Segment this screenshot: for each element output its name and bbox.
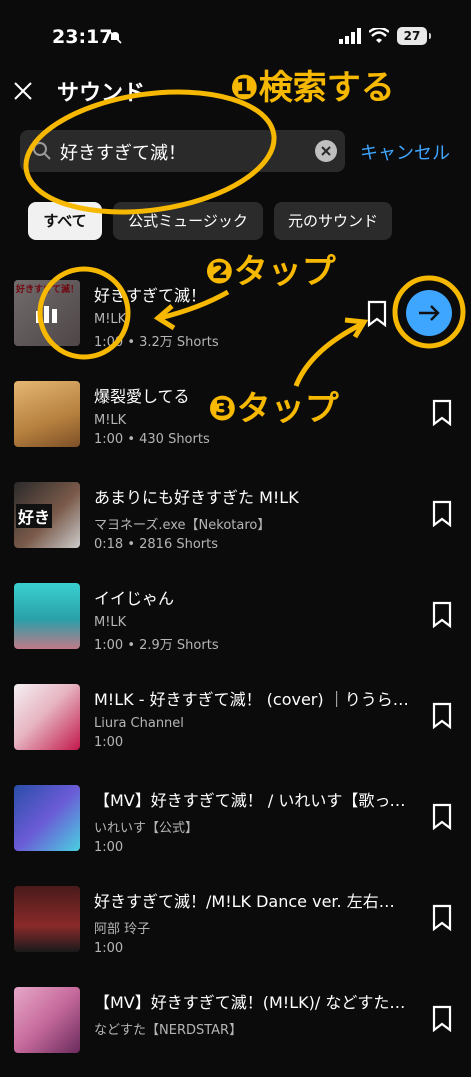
close-icon[interactable]	[12, 80, 34, 102]
arrow-right-icon	[419, 305, 440, 321]
wifi-icon	[369, 28, 389, 43]
list-item[interactable]: 爆裂愛してる M!LK 1:00 • 430 Shorts	[0, 371, 471, 471]
thumbnail	[14, 785, 80, 851]
list-item[interactable]: 好きすぎて滅！/M!LK Dance ver. 左右反転 阿部 玲子 1:00	[0, 876, 471, 976]
bookmark-icon[interactable]	[366, 300, 388, 328]
item-title: 【MV】好きすぎて滅！ / いれいす【歌ってみ…	[94, 791, 409, 810]
item-title: 好きすぎて滅！	[94, 286, 207, 305]
chip-official-music[interactable]: 公式ミュージック	[113, 202, 263, 240]
item-stats: 0:18 • 2816 Shorts	[94, 537, 219, 552]
search-bar[interactable]	[20, 130, 345, 174]
clear-icon[interactable]	[315, 140, 337, 162]
thumbnail: 好き	[14, 482, 80, 548]
bell-muted-icon	[108, 30, 122, 44]
next-button[interactable]	[406, 290, 452, 336]
thumbnail	[14, 381, 80, 447]
bookmark-icon[interactable]	[431, 399, 453, 427]
item-stats: 1:00	[94, 735, 124, 750]
item-stats: 1:00 • 3.2万 Shorts	[94, 335, 219, 350]
item-artist: M!LK	[94, 413, 127, 428]
thumbnail	[14, 987, 80, 1053]
item-artist: マヨネーズ.exe【Nekotaro】	[94, 518, 271, 533]
chip-original-sound[interactable]: 元のサウンド	[274, 202, 392, 240]
search-input[interactable]	[58, 130, 312, 174]
item-stats: 1:00 • 430 Shorts	[94, 432, 210, 447]
item-title: M!LK - 好きすぎて滅！ (cover) ｜りうら【…	[94, 690, 409, 709]
signal-icon	[339, 28, 361, 44]
list-item[interactable]: 好き あまりにも好きすぎた M!LK マヨネーズ.exe【Nekotaro】 0…	[0, 472, 471, 572]
chip-all[interactable]: すべて	[28, 202, 102, 240]
page-title: サウンド	[57, 81, 146, 106]
status-time: 23:17	[52, 26, 113, 48]
list-item[interactable]: 好きすぎて滅！ 好きすぎて滅！ M!LK 1:00 • 3.2万 Shorts	[0, 270, 471, 370]
item-artist: などすた【NERDSTAR】	[94, 1023, 243, 1038]
list-item[interactable]: 【MV】好きすぎて滅！ / いれいす【歌ってみ… いれいす【公式】 1:00	[0, 775, 471, 875]
item-title: イイじゃん	[94, 589, 175, 608]
list-item[interactable]: イイじゃん M!LK 1:00 • 2.9万 Shorts	[0, 573, 471, 673]
item-title: 好きすぎて滅！/M!LK Dance ver. 左右反転	[94, 892, 409, 911]
item-title: 【MV】好きすぎて滅！(M!LK)/ などすた 歌…	[94, 993, 409, 1012]
list-item[interactable]: 【MV】好きすぎて滅！(M!LK)/ などすた 歌… などすた【NERDSTAR…	[0, 977, 471, 1077]
bookmark-icon[interactable]	[431, 601, 453, 629]
battery-indicator: 27	[397, 27, 431, 45]
item-artist: 阿部 玲子	[94, 922, 151, 937]
cancel-button[interactable]: キャンセル	[360, 139, 450, 165]
thumbnail: 好きすぎて滅！	[14, 280, 80, 346]
item-title: 爆裂愛してる	[94, 387, 190, 406]
thumbnail	[14, 886, 80, 952]
item-artist: Liura Channel	[94, 716, 184, 731]
bookmark-icon[interactable]	[431, 904, 453, 932]
thumbnail-text: 好き	[16, 504, 53, 528]
item-title: あまりにも好きすぎた M!LK	[94, 488, 299, 507]
item-artist: いれいす【公式】	[94, 821, 199, 836]
thumbnail	[14, 583, 80, 649]
bookmark-icon[interactable]	[431, 500, 453, 528]
bookmark-icon[interactable]	[431, 1005, 453, 1033]
item-stats: 1:00	[94, 941, 124, 956]
item-stats: 1:00	[94, 840, 124, 855]
item-stats: 1:00 • 2.9万 Shorts	[94, 638, 219, 653]
search-icon	[33, 142, 51, 160]
item-artist: M!LK	[94, 615, 127, 630]
bars-icon	[36, 306, 57, 323]
thumbnail	[14, 684, 80, 750]
bookmark-icon[interactable]	[431, 702, 453, 730]
bookmark-icon[interactable]	[431, 803, 453, 831]
list-item[interactable]: M!LK - 好きすぎて滅！ (cover) ｜りうら【… Liura Chan…	[0, 674, 471, 774]
status-bar: 23:17 27	[0, 0, 471, 70]
